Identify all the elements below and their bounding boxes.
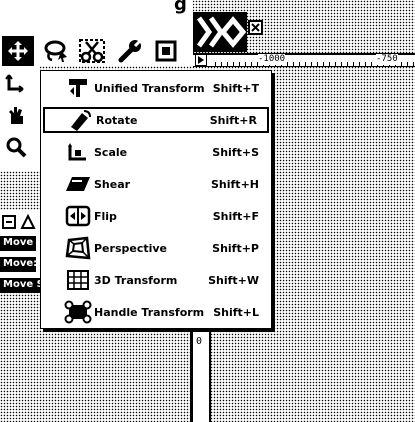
vertical-ruler-label: 0 xyxy=(196,336,203,347)
wrench-tool-button[interactable] xyxy=(114,36,146,66)
layers-icon xyxy=(2,213,36,229)
unified-transform-icon xyxy=(69,79,87,97)
menu-item-shear[interactable]: Shear Shift+H xyxy=(43,171,269,197)
menu-item-rotate[interactable]: Rotate Shift+R xyxy=(43,107,269,133)
transform-side-tool-button[interactable] xyxy=(2,102,30,128)
move-arrows-icon xyxy=(5,74,24,93)
menu-item-label: Flip xyxy=(94,209,117,223)
menu-item-label: Shear xyxy=(94,177,131,191)
lasso-tool-button[interactable] xyxy=(40,36,72,66)
menu-item-3d-transform[interactable]: 3D Transform Shift+W xyxy=(43,267,269,293)
menu-item-shortcut: Shift+S xyxy=(212,145,259,159)
move-chip-2[interactable]: Move: xyxy=(0,257,37,272)
scale-icon xyxy=(68,143,86,161)
flip-icon xyxy=(65,205,91,227)
ruler-label-2: -750 xyxy=(376,54,398,65)
rotate-icon xyxy=(71,110,91,131)
scissors-icon xyxy=(79,39,105,63)
ruler-menu-button[interactable] xyxy=(195,54,207,66)
thumbnail-close-button[interactable] xyxy=(248,20,263,35)
play-arrow-icon xyxy=(198,56,204,64)
transform-tool-button[interactable] xyxy=(2,36,34,66)
frame-tool-button[interactable] xyxy=(150,36,182,66)
menu-item-unified-transform[interactable]: Unified Transform Shift+T xyxy=(43,75,269,101)
image-thumbnail[interactable] xyxy=(193,12,247,52)
menu-item-perspective[interactable]: Perspective Shift+P xyxy=(43,235,269,261)
3d-transform-icon xyxy=(67,270,89,290)
menu-item-label: Rotate xyxy=(96,113,138,127)
cut-tool-button[interactable] xyxy=(76,36,108,66)
transform-tools-menu: Unified Transform Shift+T Rotate Shift+R… xyxy=(40,70,272,329)
menu-item-handle-transform[interactable]: Handle Transform Shift+L xyxy=(43,299,269,325)
menu-item-flip[interactable]: Flip Shift+F xyxy=(43,203,269,229)
wrench-icon xyxy=(118,38,143,63)
lasso-icon xyxy=(44,40,67,62)
chevron-pattern-icon xyxy=(196,16,247,48)
hand-icon xyxy=(9,107,23,124)
menu-item-shortcut: Shift+H xyxy=(211,177,259,191)
menu-item-shortcut: Shift+R xyxy=(209,113,257,127)
perspective-icon xyxy=(65,236,91,260)
four-arrows-icon xyxy=(8,41,28,61)
menu-item-label: 3D Transform xyxy=(94,273,178,287)
shear-icon xyxy=(66,177,90,191)
panel-divider-right xyxy=(209,330,211,422)
zoom-tool-button[interactable] xyxy=(2,134,30,160)
menu-item-label: Scale xyxy=(94,145,128,159)
move-tool-button[interactable] xyxy=(2,70,30,96)
menu-item-scale[interactable]: Scale Shift+S xyxy=(43,139,269,165)
ruler-label-1: -1000 xyxy=(258,54,286,65)
menu-item-shortcut: Shift+L xyxy=(213,305,259,319)
menu-item-label: Handle Transform xyxy=(94,305,205,319)
menu-item-shortcut: Shift+P xyxy=(212,241,259,255)
window-title-fragment: g xyxy=(174,0,187,15)
frame-icon xyxy=(155,40,177,62)
panel-icons[interactable] xyxy=(2,213,36,230)
menu-item-shortcut: Shift+F xyxy=(212,209,259,223)
menu-item-shortcut: Shift+T xyxy=(212,81,259,95)
move-chip-3[interactable]: Move S xyxy=(0,278,44,293)
move-chip-1[interactable]: Move xyxy=(0,236,36,251)
handle-transform-icon xyxy=(64,300,92,324)
menu-item-shortcut: Shift+W xyxy=(208,273,259,287)
title-area xyxy=(0,0,193,36)
close-icon xyxy=(251,23,260,32)
zoom-icon xyxy=(6,137,27,158)
menu-item-label: Unified Transform xyxy=(94,81,205,95)
menu-item-label: Perspective xyxy=(94,241,168,255)
